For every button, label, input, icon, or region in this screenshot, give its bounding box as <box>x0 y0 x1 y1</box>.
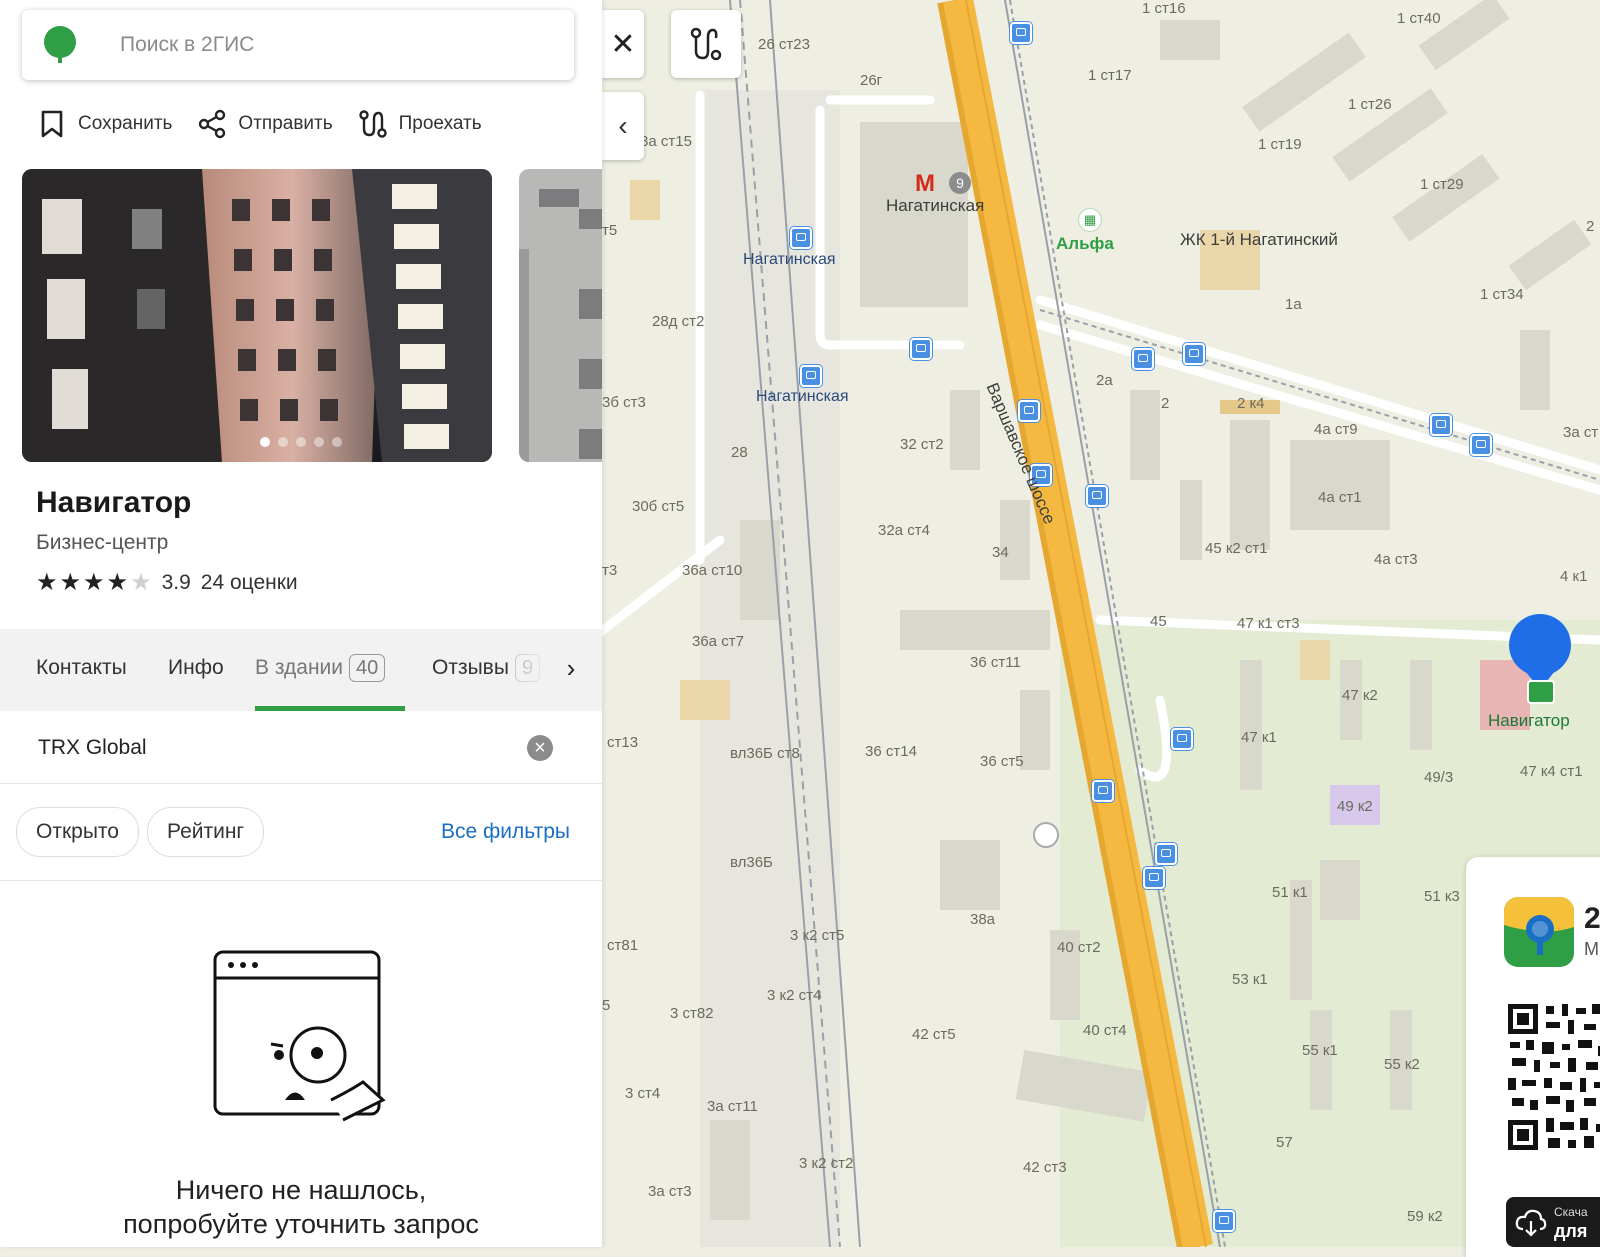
rating-stars: ★ ★ ★ ★ ★ <box>36 571 152 595</box>
close-panel-button[interactable]: ✕ <box>602 10 644 78</box>
gallery-dot[interactable] <box>314 437 324 447</box>
place-title: Навигатор <box>36 486 192 519</box>
tab-in-building[interactable]: В здании 40 <box>255 654 386 682</box>
app-download-card: 2 M Скача для <box>1466 857 1600 1257</box>
star-icon: ★ <box>59 569 82 596</box>
divider <box>0 880 602 881</box>
share-icon <box>199 109 226 139</box>
nothing-found-illustration <box>213 950 386 1122</box>
bus-stop-icon[interactable] <box>1143 867 1165 889</box>
route-button[interactable] <box>671 10 741 78</box>
2gis-logo-icon[interactable] <box>40 25 80 65</box>
download-line1: Скача <box>1554 1205 1588 1219</box>
tab-fade <box>515 629 557 711</box>
directions-button[interactable]: Проехать <box>357 108 482 140</box>
in-building-search <box>0 711 602 784</box>
bus-stop-icon[interactable] <box>1155 843 1177 865</box>
qr-code-icon <box>1506 1002 1600 1152</box>
bus-stop-icon[interactable] <box>1430 414 1452 436</box>
save-button[interactable]: Сохранить <box>36 108 172 140</box>
metro-icon[interactable]: M <box>915 170 935 198</box>
filter-chips: Открыто Рейтинг <box>16 807 265 857</box>
star-icon: ★ <box>36 569 58 596</box>
bookmark-icon <box>41 110 63 138</box>
share-label: Отправить <box>238 113 333 134</box>
bus-stop-icon[interactable] <box>1213 1210 1235 1232</box>
empty-state-line2: попробуйте уточнить запрос <box>123 1209 479 1239</box>
action-bar: Сохранить Отправить Проехать <box>36 108 482 140</box>
tab-info[interactable]: Инфо <box>168 656 224 680</box>
review-count[interactable]: 24 оценки <box>201 571 298 595</box>
chevron-left-icon: ‹ <box>618 110 628 141</box>
app-title: 2 <box>1584 902 1600 935</box>
place-panel: Сохранить Отправить Проехать <box>0 0 602 1247</box>
cloud-download-icon <box>1515 1209 1547 1237</box>
bus-stop-icon[interactable] <box>1086 485 1108 507</box>
empty-state-message: Ничего не нашлось, попробуйте уточнить з… <box>0 1173 602 1241</box>
mall-poi-icon[interactable]: ▦ <box>1078 208 1102 232</box>
bus-stop-icon[interactable] <box>1183 343 1205 365</box>
business-center-icon[interactable] <box>1527 680 1555 704</box>
star-icon: ★ <box>83 569 105 596</box>
save-label: Сохранить <box>78 113 173 134</box>
photo-gallery[interactable] <box>22 169 602 462</box>
empty-state-line1: Ничего не нашлось, <box>175 1175 427 1205</box>
all-filters-link[interactable]: Все фильтры <box>441 820 570 844</box>
bus-stop-icon[interactable] <box>910 338 932 360</box>
close-icon: ✕ <box>610 27 636 61</box>
place-category: Бизнес-центр <box>36 531 169 554</box>
2gis-app-icon[interactable] <box>1504 897 1574 967</box>
tab-in-building-label: В здании <box>255 656 343 679</box>
search-input[interactable] <box>118 24 542 66</box>
bus-stop-icon[interactable] <box>1092 780 1114 802</box>
collapse-panel-button[interactable]: ‹ <box>602 92 644 160</box>
bus-stop-icon[interactable] <box>1470 434 1492 456</box>
close-icon: × <box>534 737 546 759</box>
gallery-dot[interactable] <box>296 437 306 447</box>
building-photo-image <box>22 169 492 462</box>
gallery-dot[interactable] <box>260 437 270 447</box>
app-subtitle: M <box>1584 939 1599 959</box>
tab-bar: Контакты Инфо В здании40 Отзывы9 › <box>0 629 602 711</box>
rating-row[interactable]: ★ ★ ★ ★ ★ 3.9 24 оценки <box>36 571 298 595</box>
clear-search-button[interactable]: × <box>527 735 553 761</box>
bus-stop-icon[interactable] <box>1010 22 1032 44</box>
building-photo[interactable] <box>519 169 602 462</box>
search-bar <box>22 10 574 80</box>
tab-contacts[interactable]: Контакты <box>36 656 127 680</box>
tab-reviews-label: Отзывы <box>432 656 509 679</box>
route-icon <box>690 27 722 61</box>
bus-stop-icon[interactable] <box>1030 464 1052 486</box>
building-photo-image <box>519 169 602 462</box>
share-button[interactable]: Отправить <box>196 108 333 140</box>
open-now-chip[interactable]: Открыто <box>16 807 139 857</box>
download-app-button[interactable]: Скача для <box>1506 1197 1600 1247</box>
building-photo[interactable] <box>22 169 492 462</box>
gallery-dot[interactable] <box>278 437 288 447</box>
metro-line-badge: 9 <box>949 172 971 194</box>
star-empty-icon: ★ <box>130 569 152 596</box>
bus-stop-icon[interactable] <box>1018 400 1040 422</box>
download-line2: для <box>1554 1221 1588 1241</box>
bus-stop-icon[interactable] <box>800 365 822 387</box>
chevron-right-icon[interactable]: › <box>556 653 586 687</box>
directions-label: Проехать <box>398 113 482 134</box>
rating-value: 3.9 <box>161 571 191 594</box>
rating-chip[interactable]: Рейтинг <box>146 807 265 857</box>
gallery-dots <box>260 437 342 447</box>
camera-poi-icon[interactable] <box>1033 822 1059 848</box>
bus-stop-icon[interactable] <box>1132 348 1154 370</box>
in-building-search-input[interactable] <box>36 727 500 769</box>
gallery-dot[interactable] <box>332 437 342 447</box>
bus-stop-icon[interactable] <box>790 227 812 249</box>
route-icon <box>358 110 387 138</box>
star-icon: ★ <box>106 569 129 596</box>
tab-count-badge: 40 <box>349 654 386 682</box>
bus-stop-icon[interactable] <box>1171 728 1193 750</box>
